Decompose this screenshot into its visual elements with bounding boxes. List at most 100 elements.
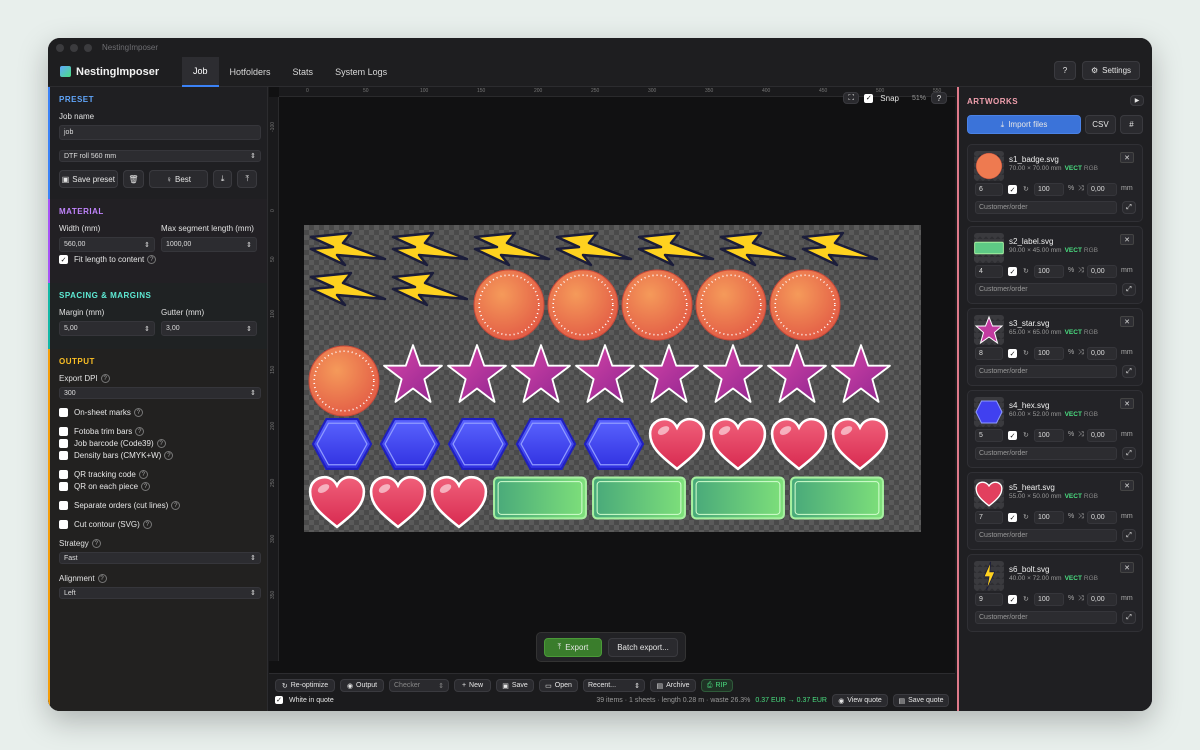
quantity-input[interactable]: 5 xyxy=(975,429,1003,442)
reoptimize-button[interactable]: ↻ Re-optimize xyxy=(275,679,335,692)
dpi-select[interactable]: 300 ⇕ xyxy=(59,387,261,399)
rotate-icon[interactable]: ↻ xyxy=(1023,267,1029,275)
upload-preset-button[interactable]: ⤒ xyxy=(237,170,257,188)
snap-checkbox[interactable]: ✓ xyxy=(864,93,874,103)
enable-checkbox[interactable]: ✓ xyxy=(1008,349,1017,358)
scale-input[interactable]: 100 xyxy=(1034,429,1064,442)
scale-input[interactable]: 100 xyxy=(1034,265,1064,278)
save-button[interactable]: ▣ Save xyxy=(496,679,534,692)
artwork-card-label[interactable]: s2_label.svg 90.00 × 45.00 mm VECT RGB ✕ 4 ✓ ↻ 1… xyxy=(967,226,1143,304)
canvas-help-button[interactable]: ? xyxy=(931,92,947,104)
expand-button[interactable]: ⤢ xyxy=(1122,283,1136,296)
help-icon[interactable]: ? xyxy=(133,408,143,417)
rotate-icon[interactable]: ↻ xyxy=(1023,595,1029,603)
download-preset-button[interactable]: ⤓ xyxy=(212,170,233,188)
qr-tracking-checkbox[interactable]: QR tracking code? xyxy=(59,470,257,479)
best-button[interactable]: ♀ Best xyxy=(149,170,208,188)
quantity-input[interactable]: 7 xyxy=(975,511,1003,524)
remove-artwork-button[interactable]: ✕ xyxy=(1120,234,1134,245)
cut-contour-checkbox[interactable]: Cut contour (SVG)? xyxy=(59,520,257,529)
help-icon[interactable]: ? xyxy=(100,374,110,383)
fotoba-checkbox[interactable]: Fotoba trim bars? xyxy=(59,427,257,436)
enable-checkbox[interactable]: ✓ xyxy=(1008,513,1017,522)
checker-select[interactable]: Checker ⇕ xyxy=(389,679,449,692)
artwork-card-badge[interactable]: s1_badge.svg 70.00 × 70.00 mm VECT RGB ✕ 6 ✓ ↻ 1… xyxy=(967,144,1143,222)
customer-order-input[interactable]: Customer/order xyxy=(975,611,1117,624)
alignment-select[interactable]: Left ⇕ xyxy=(59,587,261,599)
rotate-icon[interactable]: ↻ xyxy=(1023,513,1029,521)
customer-order-input[interactable]: Customer/order xyxy=(975,201,1117,214)
badge-pieces[interactable] xyxy=(308,269,841,417)
rotate-icon[interactable]: ↻ xyxy=(1023,349,1029,357)
tab-hotfolders[interactable]: Hotfolders xyxy=(219,57,282,87)
help-icon[interactable]: ? xyxy=(135,427,145,436)
rip-button[interactable]: ⎙ RIP xyxy=(701,679,733,692)
close-dot[interactable] xyxy=(56,43,64,52)
scale-input[interactable]: 100 xyxy=(1034,183,1064,196)
canvas-area[interactable]: 0 50 100 150 200 250 300 350 400 450 500 550 -100 0 5… xyxy=(269,87,955,711)
density-checkbox[interactable]: Density bars (CMYK+W)? xyxy=(59,451,257,460)
job-name-input[interactable]: job xyxy=(59,125,261,140)
help-icon[interactable]: ? xyxy=(164,451,174,460)
separate-orders-checkbox[interactable]: Separate orders (cut lines)? xyxy=(59,501,257,510)
help-icon[interactable]: ? xyxy=(97,574,107,583)
offset-input[interactable]: 0,00 xyxy=(1087,347,1117,360)
quantity-input[interactable]: 4 xyxy=(975,265,1003,278)
width-input[interactable]: 560,00 ⇕ xyxy=(59,237,155,252)
white-in-quote-checkbox[interactable]: ✓ White in quote xyxy=(275,696,334,704)
output-button[interactable]: ◉ Output xyxy=(340,679,384,692)
import-files-button[interactable]: ⤓ Import files xyxy=(967,115,1081,134)
artwork-card-bolt[interactable]: s6_bolt.svg 40.00 × 72.00 mm VECT RGB ✕ 9 ✓ ↻ 10… xyxy=(967,554,1143,632)
star-pieces[interactable] xyxy=(383,344,891,403)
rotate-icon[interactable]: ↻ xyxy=(1023,185,1029,193)
remove-artwork-button[interactable]: ✕ xyxy=(1120,480,1134,491)
view-quote-button[interactable]: ◉ View quote xyxy=(832,694,888,707)
gutter-input[interactable]: 3,00 ⇕ xyxy=(161,321,257,336)
archive-button[interactable]: ▤ Archive xyxy=(650,679,696,692)
expand-button[interactable]: ⤢ xyxy=(1122,611,1136,624)
minimize-dot[interactable] xyxy=(70,43,78,52)
scale-input[interactable]: 100 xyxy=(1034,593,1064,606)
expand-button[interactable]: ⤢ xyxy=(1122,201,1136,214)
help-button[interactable]: ? xyxy=(1054,61,1076,80)
fit-length-checkbox[interactable]: ✓ Fit length to content? xyxy=(59,255,257,264)
scale-input[interactable]: 100 xyxy=(1034,511,1064,524)
enable-checkbox[interactable]: ✓ xyxy=(1008,185,1017,194)
help-icon[interactable]: ? xyxy=(142,520,152,529)
zoom-dot[interactable] xyxy=(84,43,92,52)
customer-order-input[interactable]: Customer/order xyxy=(975,365,1117,378)
tab-stats[interactable]: Stats xyxy=(282,57,325,87)
fit-view-button[interactable]: ⛶ xyxy=(843,92,860,104)
scale-input[interactable]: 100 xyxy=(1034,347,1064,360)
artwork-card-star[interactable]: s3_star.svg 65.00 × 65.00 mm VECT RGB ✕ 8 ✓ ↻ 10… xyxy=(967,308,1143,386)
save-preset-button[interactable]: ▣ Save preset xyxy=(59,170,118,188)
margin-input[interactable]: 5,00 ⇕ xyxy=(59,321,155,336)
label-pieces[interactable] xyxy=(492,476,885,520)
grid-button[interactable]: # xyxy=(1120,115,1143,134)
enable-checkbox[interactable]: ✓ xyxy=(1008,431,1017,440)
expand-button[interactable]: ⤢ xyxy=(1122,365,1136,378)
remove-artwork-button[interactable]: ✕ xyxy=(1120,152,1134,163)
csv-button[interactable]: CSV xyxy=(1085,115,1116,134)
onsheet-marks-checkbox[interactable]: On-sheet marks? xyxy=(59,408,257,417)
rotate-icon[interactable]: ↻ xyxy=(1023,431,1029,439)
export-button[interactable]: ⤒ Export xyxy=(544,637,602,657)
tab-system-logs[interactable]: System Logs xyxy=(324,57,398,87)
enable-checkbox[interactable]: ✓ xyxy=(1008,267,1017,276)
help-icon[interactable]: ? xyxy=(91,539,101,548)
remove-artwork-button[interactable]: ✕ xyxy=(1120,316,1134,327)
help-icon[interactable]: ? xyxy=(141,482,151,491)
remove-artwork-button[interactable]: ✕ xyxy=(1120,398,1134,409)
help-icon[interactable]: ? xyxy=(138,470,148,479)
recent-select[interactable]: Recent... ⇕ xyxy=(583,679,645,692)
tab-job[interactable]: Job xyxy=(182,56,219,87)
save-quote-button[interactable]: ▤ Save quote xyxy=(893,694,949,707)
offset-input[interactable]: 0,00 xyxy=(1087,511,1117,524)
strategy-select[interactable]: Fast ⇕ xyxy=(59,552,261,564)
enable-checkbox[interactable]: ✓ xyxy=(1008,595,1017,604)
artwork-card-hex[interactable]: s4_hex.svg 60.00 × 52.00 mm VECT RGB ✕ 5 ✓ ↻ 100… xyxy=(967,390,1143,468)
customer-order-input[interactable]: Customer/order xyxy=(975,447,1117,460)
customer-order-input[interactable]: Customer/order xyxy=(975,529,1117,542)
delete-preset-button[interactable]: 🗑 xyxy=(122,170,145,188)
offset-input[interactable]: 0,00 xyxy=(1087,183,1117,196)
